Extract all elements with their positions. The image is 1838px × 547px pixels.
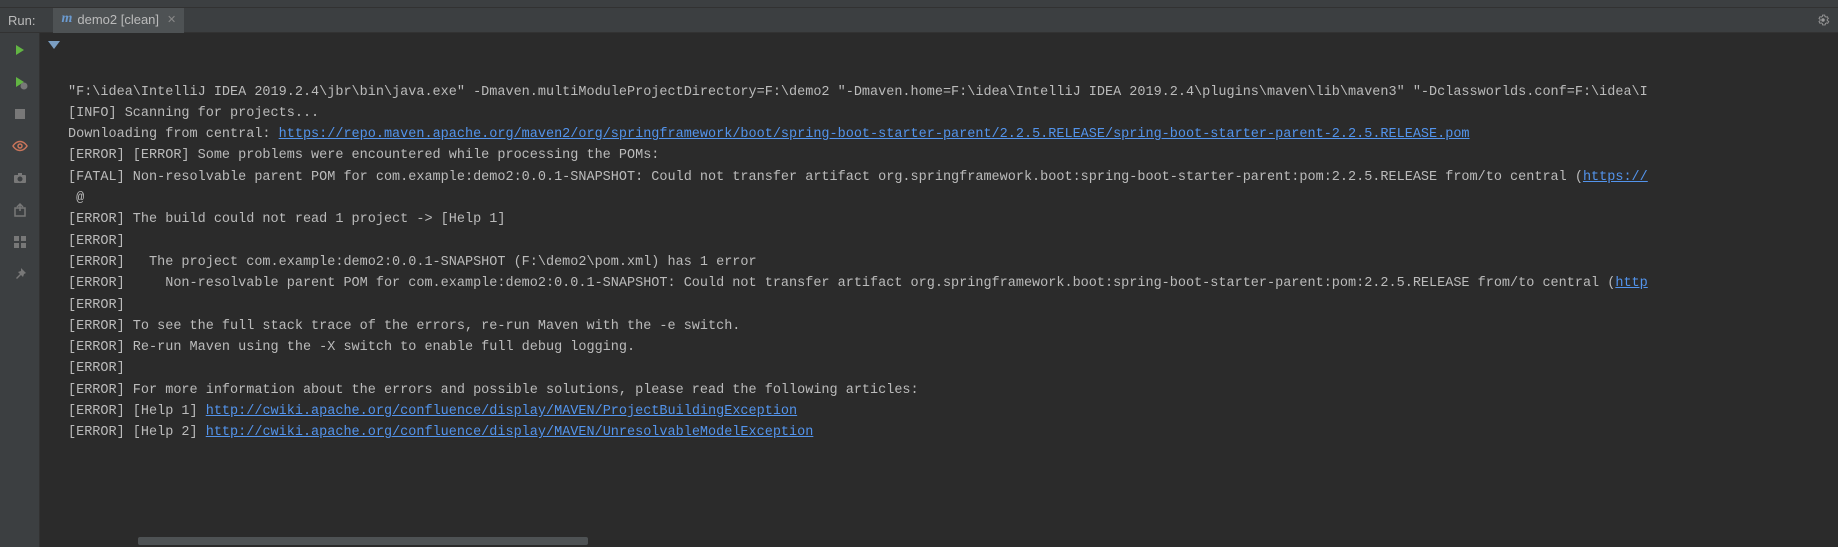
console-text: [ERROR] [Help 2] — [68, 425, 206, 440]
run-config-tab[interactable]: m demo2 [clean] ✕ — [53, 8, 184, 33]
console-line: [ERROR] [Help 2] http://cwiki.apache.org… — [68, 422, 1838, 443]
console-text: [ERROR] The build could not read 1 proje… — [68, 212, 505, 227]
console-line: @ — [68, 188, 1838, 209]
console-line: [ERROR] — [68, 231, 1838, 252]
maven-icon: m — [61, 11, 72, 27]
tool-gutter — [0, 33, 40, 547]
camera-icon[interactable] — [11, 169, 29, 187]
console-line: [ERROR] Re-run Maven using the -X switch… — [68, 337, 1838, 358]
console-text: [ERROR] [ERROR] Some problems were encou… — [68, 148, 659, 163]
header-right — [1816, 13, 1838, 27]
console-output[interactable]: "F:\idea\IntelliJ IDEA 2019.2.4\jbr\bin\… — [68, 33, 1838, 547]
console-text: "F:\idea\IntelliJ IDEA 2019.2.4\jbr\bin\… — [68, 85, 1648, 100]
console-line: [ERROR] For more information about the e… — [68, 380, 1838, 401]
console-left-icons — [40, 33, 68, 547]
console-text: [ERROR] Re-run Maven using the -X switch… — [68, 340, 635, 355]
rerun-failed-icon[interactable] — [11, 73, 29, 91]
console-line: "F:\idea\IntelliJ IDEA 2019.2.4\jbr\bin\… — [68, 82, 1838, 103]
console-text: [ERROR] — [68, 361, 125, 376]
export-icon[interactable] — [11, 201, 29, 219]
console-link[interactable]: https://repo.maven.apache.org/maven2/org… — [279, 127, 1470, 142]
console-text: @ — [68, 191, 84, 206]
console-wrapper: "F:\idea\IntelliJ IDEA 2019.2.4\jbr\bin\… — [40, 33, 1838, 547]
collapse-icon[interactable] — [48, 41, 60, 49]
console-text: [ERROR] The project com.example:demo2:0.… — [68, 255, 757, 270]
console-text: [INFO] Scanning for projects... — [68, 106, 319, 121]
close-icon[interactable]: ✕ — [167, 13, 176, 26]
console-line: [INFO] Scanning for projects... — [68, 103, 1838, 124]
console-line: [ERROR] — [68, 295, 1838, 316]
console-line: [ERROR] To see the full stack trace of t… — [68, 316, 1838, 337]
layout-icon[interactable] — [11, 233, 29, 251]
console-line: [FATAL] Non-resolvable parent POM for co… — [68, 167, 1838, 188]
console-text: [ERROR] For more information about the e… — [68, 383, 919, 398]
scrollbar-thumb[interactable] — [138, 537, 588, 545]
console-link[interactable]: http://cwiki.apache.org/confluence/displ… — [206, 404, 797, 419]
console-line: [ERROR] The project com.example:demo2:0.… — [68, 252, 1838, 273]
gear-icon[interactable] — [1816, 13, 1830, 27]
rerun-icon[interactable] — [11, 41, 29, 59]
console-line: [ERROR] — [68, 358, 1838, 379]
console-text: Downloading from central: — [68, 127, 279, 142]
console-text: [ERROR] To see the full stack trace of t… — [68, 319, 740, 334]
console-text: [ERROR] — [68, 234, 125, 249]
console-text: [FATAL] Non-resolvable parent POM for co… — [68, 170, 1583, 185]
top-bar — [0, 0, 1838, 8]
run-header: Run: m demo2 [clean] ✕ — [0, 8, 1838, 33]
stop-icon[interactable] — [11, 105, 29, 123]
console-link[interactable]: http://cwiki.apache.org/confluence/displ… — [206, 425, 814, 440]
horizontal-scrollbar[interactable] — [68, 535, 1838, 547]
main-area: "F:\idea\IntelliJ IDEA 2019.2.4\jbr\bin\… — [0, 33, 1838, 547]
console-line: [ERROR] The build could not read 1 proje… — [68, 209, 1838, 230]
console-link[interactable]: http — [1615, 276, 1647, 291]
console-line: Downloading from central: https://repo.m… — [68, 124, 1838, 145]
pin-icon[interactable] — [11, 265, 29, 283]
run-label: Run: — [8, 13, 53, 28]
console-line: [ERROR] [ERROR] Some problems were encou… — [68, 145, 1838, 166]
console-line: [ERROR] [Help 1] http://cwiki.apache.org… — [68, 401, 1838, 422]
console-text: [ERROR] — [68, 298, 125, 313]
console-text: [ERROR] Non-resolvable parent POM for co… — [68, 276, 1615, 291]
tab-label: demo2 [clean] — [77, 12, 159, 27]
console-text: [ERROR] [Help 1] — [68, 404, 206, 419]
console-line: [ERROR] Non-resolvable parent POM for co… — [68, 273, 1838, 294]
console-link[interactable]: https:// — [1583, 170, 1648, 185]
show-icon[interactable] — [11, 137, 29, 155]
